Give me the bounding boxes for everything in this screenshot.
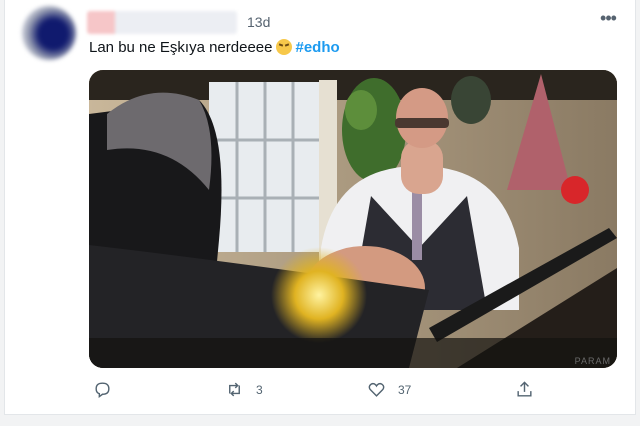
- tweet-text-main: Lan bu ne Eşkıya nerdeeee: [89, 39, 273, 56]
- retweet-button[interactable]: 3: [225, 380, 263, 399]
- angry-face-emoji-icon: [276, 39, 293, 55]
- like-icon: [368, 382, 385, 397]
- reply-button[interactable]: [93, 380, 112, 399]
- retweet-icon: [229, 382, 240, 397]
- retweet-count: 3: [256, 382, 263, 397]
- avatar[interactable]: [22, 6, 76, 60]
- tweet-timestamp[interactable]: 13d: [247, 14, 270, 30]
- tv-scene-illustration: [89, 70, 617, 368]
- like-count: 37: [398, 382, 412, 397]
- tweet-card[interactable]: 13d ••• Lan bu ne Eşkıya nerdeeee #edho: [4, 0, 636, 415]
- tweet-text: Lan bu ne Eşkıya nerdeeee #edho: [89, 39, 340, 56]
- share-button[interactable]: [515, 380, 534, 399]
- like-button[interactable]: 37: [367, 380, 411, 399]
- video-watermark: PARAM: [574, 356, 611, 366]
- more-options-icon[interactable]: •••: [595, 9, 621, 30]
- share-icon: [517, 381, 532, 397]
- tweet-action-bar: 3 37: [89, 380, 629, 404]
- hashtag-link[interactable]: #edho: [295, 39, 339, 56]
- blurred-username[interactable]: [87, 11, 237, 34]
- tweet-media-image[interactable]: PARAM: [89, 70, 617, 368]
- reply-icon: [95, 382, 110, 399]
